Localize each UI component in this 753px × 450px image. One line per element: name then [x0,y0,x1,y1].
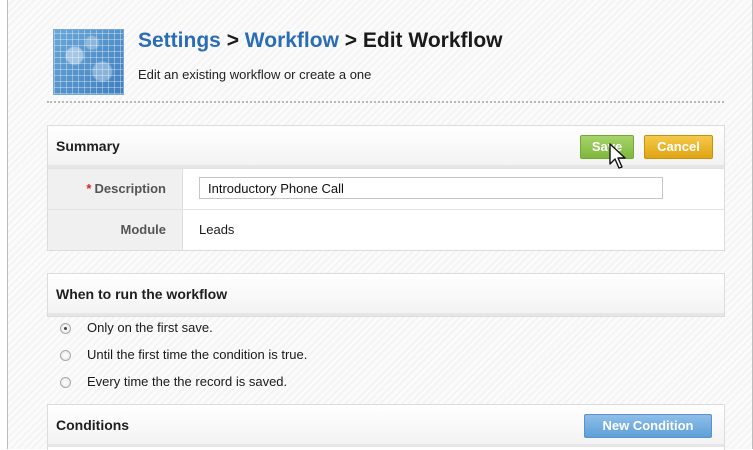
description-input[interactable] [199,177,663,199]
workflow-logo-icon [53,29,124,95]
required-marker: * [86,181,92,196]
when-to-run-panel: When to run the workflow [47,273,725,317]
page-title: Settings > Workflow > Edit Workflow [138,29,502,53]
run-option-label: Until the first time the condition is tr… [87,347,308,362]
radio-button-selected[interactable] [60,323,71,334]
radio-button[interactable] [60,377,71,388]
when-to-run-header: When to run the workflow [48,274,724,316]
breadcrumb-separator: > [226,29,239,52]
conditions-header: Conditions New Condition [48,405,724,447]
header-divider [47,101,724,103]
mouse-cursor-icon [609,143,626,169]
module-value: Leads [199,222,235,237]
description-label: * Description [48,169,183,209]
module-label: Module [48,210,183,250]
description-row: * Description [48,168,724,209]
conditions-title: Conditions [56,417,130,433]
breadcrumb-separator: > [344,29,358,52]
summary-title: Summary [56,138,120,154]
breadcrumb-workflow-link[interactable]: Workflow [245,29,339,52]
breadcrumb-settings-link[interactable]: Settings [138,29,221,52]
radio-button[interactable] [60,350,71,361]
page-subtitle: Edit an existing workflow or create a on… [138,67,372,82]
run-option-label: Only on the first save. [87,320,213,335]
when-to-run-title: When to run the workflow [56,286,228,302]
conditions-panel: Conditions New Condition [47,404,725,450]
run-option-label: Every time the the record is saved. [87,374,288,389]
breadcrumb-current: Edit Workflow [362,29,503,52]
cancel-button[interactable]: Cancel [644,135,713,159]
new-condition-button[interactable]: New Condition [584,414,712,438]
module-row: Module Leads [48,209,724,250]
